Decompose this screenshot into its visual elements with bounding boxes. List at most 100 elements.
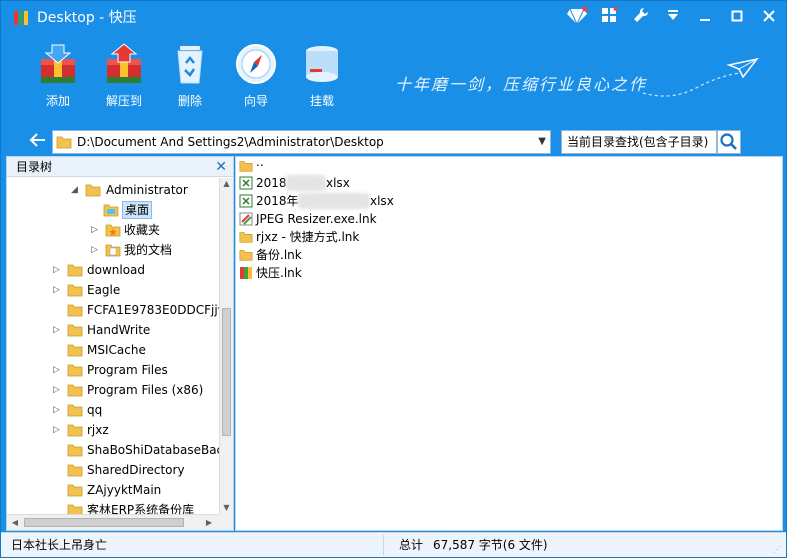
- folder-icon: [67, 284, 83, 297]
- scroll-thumb[interactable]: [222, 308, 231, 436]
- folder-icon: [67, 424, 83, 437]
- status-total-label: 总计: [399, 538, 424, 552]
- tree-item[interactable]: ▷ Eagle: [7, 280, 219, 300]
- tree-item-label: HandWrite: [87, 323, 151, 337]
- close-tree-button[interactable]: ✕: [215, 159, 227, 175]
- redacted-text: [286, 175, 326, 191]
- wizard-label: 向导: [243, 94, 268, 108]
- mount-button[interactable]: 挂载: [292, 43, 352, 108]
- expand-arrow-icon[interactable]: ▷: [53, 263, 63, 277]
- folder-icon: [67, 304, 83, 317]
- tree-item[interactable]: ▷ qq: [7, 400, 219, 420]
- extract-button[interactable]: 解压到: [94, 43, 154, 108]
- file-ext: xlsx: [370, 194, 394, 208]
- tree-item[interactable]: SharedDirectory: [7, 460, 219, 480]
- expand-arrow-icon[interactable]: ▷: [91, 223, 101, 237]
- folder-icon: [67, 404, 83, 417]
- tree-title: 目录树: [16, 160, 53, 174]
- tree-horizontal-scrollbar[interactable]: ◀ ▶: [7, 514, 219, 530]
- scroll-up-arrow-icon[interactable]: ▲: [220, 178, 233, 190]
- title-bar: Desktop - 快压: [1, 1, 786, 35]
- recycle-bin-icon: [177, 46, 203, 84]
- tree-item[interactable]: ▷ download: [7, 260, 219, 280]
- scroll-left-arrow-icon[interactable]: ◀: [9, 517, 21, 529]
- tree-vertical-scrollbar[interactable]: ▲ ▼: [219, 178, 233, 514]
- close-button[interactable]: [757, 7, 781, 29]
- expand-arrow-icon[interactable]: ▷: [53, 363, 63, 377]
- expand-arrow-icon[interactable]: ▷: [53, 383, 63, 397]
- search-button[interactable]: [717, 130, 741, 154]
- menu-button[interactable]: [661, 7, 685, 29]
- expand-arrow-icon[interactable]: ▷: [53, 423, 63, 437]
- tree-item[interactable]: ◢ Administrator: [7, 180, 219, 200]
- expand-arrow-icon[interactable]: ▷: [53, 403, 63, 417]
- expand-arrow-icon[interactable]: ▷: [53, 283, 63, 297]
- back-button[interactable]: [27, 131, 49, 153]
- maximize-icon: [731, 10, 743, 22]
- maximize-button[interactable]: [725, 7, 749, 29]
- close-icon: ✕: [215, 159, 227, 175]
- status-message: 日本社长上吊身亡: [11, 538, 108, 552]
- tree-header: 目录树 ✕: [7, 157, 233, 177]
- tree-item[interactable]: ▷ HandWrite: [7, 320, 219, 340]
- scroll-corner: [219, 514, 233, 530]
- wizard-button[interactable]: 向导: [226, 43, 286, 108]
- file-item[interactable]: ..: [238, 155, 538, 175]
- file-item[interactable]: rjxz - 快捷方式.lnk: [238, 228, 538, 246]
- tree-item[interactable]: 桌面: [7, 200, 219, 220]
- expand-arrow-icon[interactable]: ◢: [71, 183, 81, 197]
- search-input[interactable]: 当前目录查找(包含子目录): [561, 130, 717, 154]
- delete-button[interactable]: 删除: [160, 43, 220, 108]
- tree-item-label: download: [87, 263, 146, 277]
- arrow-left-icon: [29, 133, 45, 147]
- expand-arrow-icon[interactable]: ▷: [91, 243, 101, 257]
- tree-item-label: MSICache: [87, 343, 146, 357]
- tree-item[interactable]: ShaBoShiDatabaseBac: [7, 440, 219, 460]
- tree-item[interactable]: MSICache: [7, 340, 219, 360]
- skin-button[interactable]: [565, 6, 589, 29]
- address-bar[interactable]: D:\Document And Settings2\Administrator\…: [52, 130, 551, 154]
- grid-button[interactable]: [597, 6, 621, 29]
- tree-item[interactable]: 客林ERP系统备份库: [7, 500, 219, 514]
- window-title: Desktop - 快压: [37, 10, 137, 26]
- folder-icon: [67, 504, 83, 514]
- tree-item[interactable]: ▷ rjxz: [7, 420, 219, 440]
- file-item[interactable]: 备份.lnk: [238, 246, 538, 264]
- folder-icon: [67, 384, 83, 397]
- settings-button[interactable]: [629, 7, 653, 29]
- tree-item[interactable]: ▷ Program Files: [7, 360, 219, 380]
- tree-item[interactable]: FCFA1E9783E0DDCFjjw: [7, 300, 219, 320]
- chevron-down-icon[interactable]: ▼: [538, 135, 546, 149]
- folder-icon: [67, 324, 83, 337]
- add-archive-icon: [41, 44, 75, 83]
- tree-item[interactable]: ▷ 我的文档: [7, 240, 219, 260]
- tree-item-label: qq: [87, 403, 103, 417]
- expand-arrow-icon[interactable]: ▷: [53, 323, 63, 337]
- app-window: Desktop - 快压 添加 解压到 删除 向导 挂载 十年磨一剑，压缩行业良…: [0, 0, 787, 558]
- folder-icon: [67, 264, 83, 277]
- file-item[interactable]: 快压.lnk: [238, 264, 538, 282]
- tree-item[interactable]: ▷ Program Files (x86): [7, 380, 219, 400]
- resize-grip-icon[interactable]: ⋰: [773, 545, 783, 555]
- tree-item[interactable]: ZAjyyktMain: [7, 480, 219, 500]
- file-item[interactable]: 2018 xlsx: [238, 174, 538, 192]
- scroll-thumb[interactable]: [24, 518, 184, 527]
- grid-icon: [602, 6, 619, 22]
- status-bar: 日本社长上吊身亡 总计 67,587 字节(6 文件) ⋰: [1, 532, 786, 557]
- tree-item[interactable]: ▷ 收藏夹: [7, 220, 219, 240]
- scroll-right-arrow-icon[interactable]: ▶: [203, 517, 215, 529]
- scroll-down-arrow-icon[interactable]: ▼: [220, 502, 233, 514]
- directory-tree-panel: 目录树 ✕ ◢ Administrator 桌面 ▷ 收藏夹 ▷ 我的文档 ▷ …: [6, 156, 234, 531]
- tree-item-label: Eagle: [87, 283, 121, 297]
- add-button[interactable]: 添加: [28, 43, 88, 108]
- skin-icon: [567, 6, 588, 26]
- tree-item-label: ZAjyyktMain: [87, 483, 162, 497]
- documents-folder-icon: [105, 244, 121, 257]
- file-item[interactable]: 2018年 xlsx: [238, 192, 538, 210]
- file-name: ..: [256, 155, 264, 169]
- kuaiya-logo-icon: [14, 11, 28, 25]
- minimize-button[interactable]: [693, 7, 717, 29]
- file-item[interactable]: JPEG Resizer.exe.lnk: [238, 210, 538, 228]
- favorites-folder-icon: [105, 224, 121, 237]
- file-name: 2018年: [256, 194, 299, 208]
